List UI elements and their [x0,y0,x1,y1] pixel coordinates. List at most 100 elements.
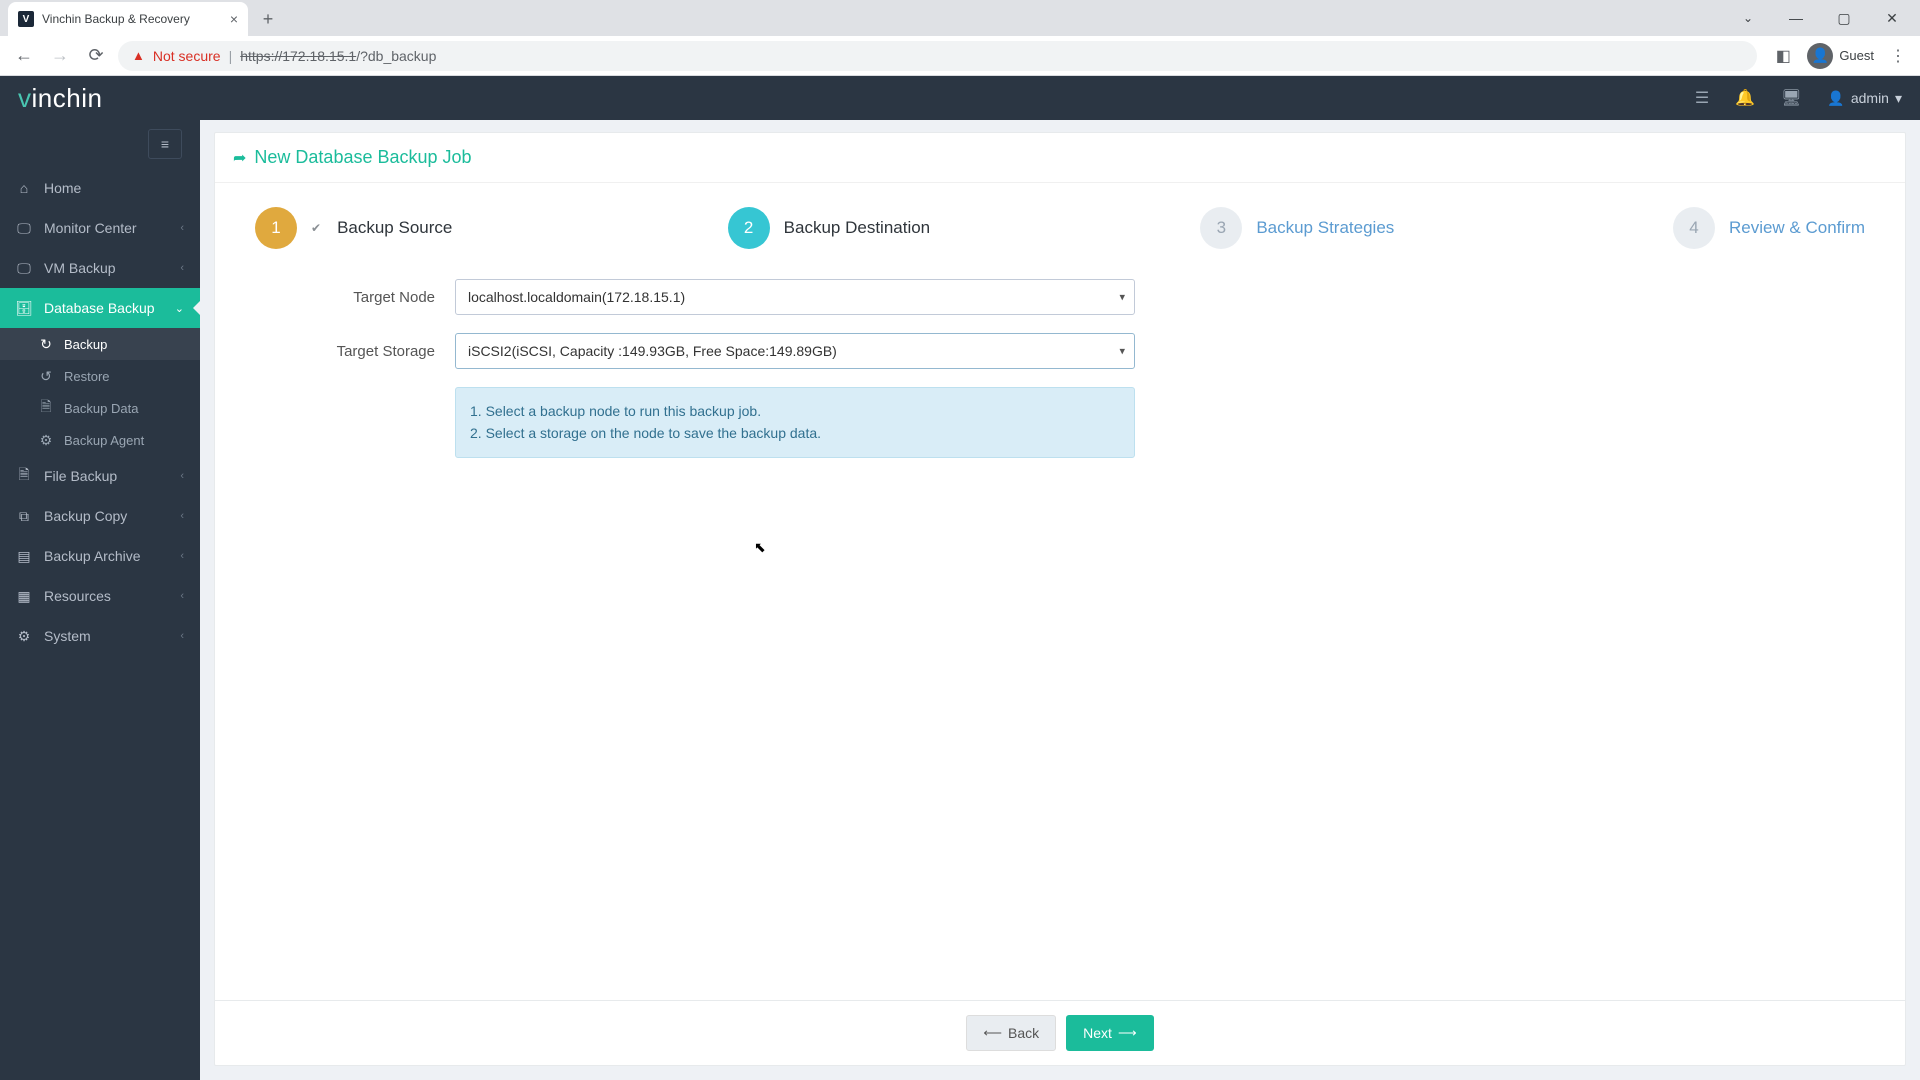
sidebar-sub-restore[interactable]: ↺ Restore [0,360,200,392]
sidebar-item-database-backup[interactable]: 🗄 Database Backup ⌄ [0,288,200,328]
copy-icon: ⧉ [16,508,32,525]
page-title-text: New Database Backup Job [254,147,471,168]
user-menu[interactable]: 👤 admin ▾ [1827,90,1902,107]
step-label: Backup Strategies [1256,218,1394,238]
address-bar[interactable]: ▲ Not secure | https://172.18.15.1/?db_b… [118,41,1757,71]
step-number: 2 [728,207,770,249]
header-actions: ☰ 🔔 🖥 👤 admin ▾ [1695,88,1902,108]
sidebar: ≡ ⌂ Home 🖵 Monitor Center ‹ 🖵 VM Backup … [0,120,200,1080]
chevron-down-icon: ⌄ [175,302,184,315]
check-icon: ✔ [311,221,321,235]
target-node-control: localhost.localdomain(172.18.15.1) ▾ [455,279,1135,315]
sidebar-item-backup-copy[interactable]: ⧉ Backup Copy ‹ [0,496,200,536]
restore-icon: ↺ [38,368,54,385]
nav-back-button[interactable]: ← [10,42,38,70]
tab-search-icon[interactable]: ⌄ [1726,4,1770,32]
home-icon: ⌂ [16,180,32,196]
user-icon: 👤 [1827,90,1844,107]
step-label: Review & Confirm [1729,218,1865,238]
sidebar-label: File Backup [44,468,117,484]
addr-separator: | [229,48,233,64]
sidebar-item-home[interactable]: ⌂ Home [0,168,200,208]
sidebar-item-vm-backup[interactable]: 🖵 VM Backup ‹ [0,248,200,288]
sidebar-toggle-row: ≡ [0,120,200,168]
chevron-left-icon: ‹ [180,222,184,234]
logo[interactable]: vinchin [18,83,102,114]
step-number: 1 [255,207,297,249]
sidebar-item-resources[interactable]: ▦ Resources ‹ [0,576,200,616]
next-button[interactable]: Next ⟶ [1066,1015,1153,1051]
sidebar-sub-label: Restore [64,369,110,384]
target-node-label: Target Node [255,289,455,306]
gear-icon: ⚙ [16,628,32,645]
insecure-icon: ▲ [132,48,145,63]
sidebar-toggle-button[interactable]: ≡ [148,129,182,159]
chevron-down-icon: ▾ [1895,90,1902,107]
nav-forward-button[interactable]: → [46,42,74,70]
info-box: 1. Select a backup node to run this back… [455,387,1135,458]
step-label: Backup Source [337,218,452,238]
info-line-2: 2. Select a storage on the node to save … [470,422,1120,444]
sidebar-item-file-backup[interactable]: 🗎 File Backup ‹ [0,456,200,496]
chevron-left-icon: ‹ [180,470,184,482]
profile-label: Guest [1839,48,1874,63]
url-text: https://172.18.15.1/?db_backup [240,48,436,64]
sidebar-sub-label: Backup Agent [64,433,144,448]
header-bell-icon[interactable]: 🔔 [1735,88,1755,108]
step-2[interactable]: 2 Backup Destination [728,207,1201,249]
sidebar-sub-backup-agent[interactable]: ⚙ Backup Agent [0,424,200,456]
main-content: ➦ New Database Backup Job 1 ✔ Backup Sou… [200,120,1920,1080]
app-root: vinchin ☰ 🔔 🖥 👤 admin ▾ ≡ ⌂ Home 🖵 Monit… [0,76,1920,1080]
step-4[interactable]: 4 Review & Confirm [1673,207,1865,249]
next-label: Next [1083,1025,1112,1041]
data-icon: 🗎 [38,396,54,420]
share-icon: ➦ [233,148,246,168]
sidebar-sub-backup[interactable]: ↻ Backup [0,328,200,360]
sidebar-item-system[interactable]: ⚙ System ‹ [0,616,200,656]
side-panel-icon[interactable]: ◧ [1771,44,1795,68]
arrow-right-circle-icon: ⟶ [1118,1025,1137,1041]
agent-icon: ⚙ [38,432,54,449]
profile-button[interactable]: 👤 Guest [1807,43,1874,69]
nav-reload-button[interactable]: ⟳ [82,42,110,70]
target-storage-select[interactable]: iSCSI2(iSCSI, Capacity :149.93GB, Free S… [455,333,1135,369]
row-target-storage: Target Storage iSCSI2(iSCSI, Capacity :1… [255,333,1865,369]
user-name: admin [1851,90,1889,106]
target-storage-control: iSCSI2(iSCSI, Capacity :149.93GB, Free S… [455,333,1135,369]
window-maximize-icon[interactable]: ▢ [1822,4,1866,32]
page-title: ➦ New Database Backup Job [215,133,1905,183]
row-target-node: Target Node localhost.localdomain(172.18… [255,279,1865,315]
chevron-left-icon: ‹ [180,550,184,562]
window-close-icon[interactable]: ✕ [1870,4,1914,32]
toolbar-right: ◧ 👤 Guest ⋮ [1765,43,1910,69]
sidebar-label: Backup Archive [44,548,141,564]
sidebar-sub-backup-data[interactable]: 🗎 Backup Data [0,392,200,424]
back-button[interactable]: ⟵ Back [966,1015,1056,1051]
step-label: Backup Destination [784,218,930,238]
chevron-left-icon: ‹ [180,262,184,274]
target-node-select[interactable]: localhost.localdomain(172.18.15.1) [455,279,1135,315]
sidebar-label: System [44,628,91,644]
header-monitor-icon[interactable]: 🖥 [1781,88,1801,108]
avatar-icon: 👤 [1807,43,1833,69]
browser-tab[interactable]: V Vinchin Backup & Recovery × [8,2,248,36]
sidebar-item-backup-archive[interactable]: ▤ Backup Archive ‹ [0,536,200,576]
target-storage-label: Target Storage [255,343,455,360]
header-list-icon[interactable]: ☰ [1695,88,1709,108]
vm-icon: 🖵 [16,260,32,277]
window-controls: ⌄ — ▢ ✕ [1726,4,1920,36]
sidebar-label: Home [44,180,81,196]
sidebar-item-monitor[interactable]: 🖵 Monitor Center ‹ [0,208,200,248]
step-3[interactable]: 3 Backup Strategies [1200,207,1673,249]
new-tab-button[interactable]: + [254,5,282,33]
app-header: vinchin ☰ 🔔 🖥 👤 admin ▾ [0,76,1920,120]
step-number: 3 [1200,207,1242,249]
step-1[interactable]: 1 ✔ Backup Source [255,207,728,249]
info-line-1: 1. Select a backup node to run this back… [470,400,1120,422]
sidebar-sub-label: Backup [64,337,107,352]
window-minimize-icon[interactable]: — [1774,4,1818,32]
sidebar-label: Resources [44,588,111,604]
back-label: Back [1008,1025,1039,1041]
tab-close-icon[interactable]: × [230,11,238,27]
browser-menu-icon[interactable]: ⋮ [1886,44,1910,68]
